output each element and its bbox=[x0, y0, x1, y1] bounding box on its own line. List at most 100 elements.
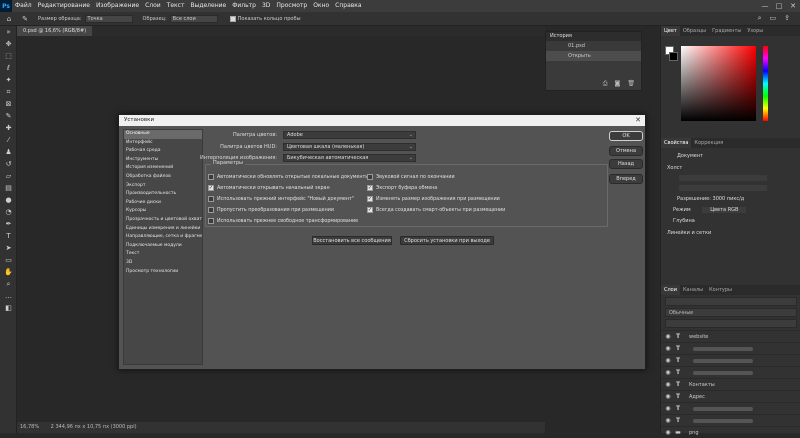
show-ring-checkbox[interactable] bbox=[229, 15, 236, 22]
layer-row[interactable]: ◉ T Контакты bbox=[661, 378, 800, 390]
menu-help[interactable]: Справка bbox=[332, 0, 364, 12]
color-swatches-icon[interactable]: ◧ bbox=[0, 302, 17, 314]
checkbox-box[interactable] bbox=[208, 174, 214, 180]
cancel-button[interactable]: Отмена bbox=[609, 146, 643, 156]
hand-tool-icon[interactable]: ✋ bbox=[0, 266, 17, 278]
tab-patterns[interactable]: Узоры bbox=[744, 26, 766, 36]
checkbox-box[interactable] bbox=[367, 174, 373, 180]
layer-filter[interactable] bbox=[665, 297, 797, 306]
eye-icon[interactable]: ◉ bbox=[663, 417, 673, 424]
layer-row[interactable]: ◉ T bbox=[661, 414, 800, 426]
menu-select[interactable]: Выделение bbox=[187, 0, 229, 12]
legacy-new-doc-checkbox[interactable]: Использовать прежний интерфейс "Новый до… bbox=[208, 196, 354, 202]
menu-file[interactable]: Файл bbox=[12, 0, 35, 12]
export-clipboard-checkbox[interactable]: ✓ Экспорт буфера обмена bbox=[367, 185, 437, 191]
menu-type[interactable]: Текст bbox=[164, 0, 188, 12]
blur-tool-icon[interactable]: ● bbox=[0, 194, 17, 206]
move-tool-icon[interactable]: ✥ bbox=[0, 38, 17, 50]
eye-icon[interactable]: ◉ bbox=[663, 381, 673, 388]
auto-update-docs-checkbox[interactable]: Автоматически обновлять открытые локальн… bbox=[208, 174, 369, 180]
background-color-swatch[interactable] bbox=[669, 52, 678, 61]
eyedropper-icon[interactable]: ✎ bbox=[20, 14, 30, 24]
eye-icon[interactable]: ◉ bbox=[663, 393, 673, 400]
share-icon[interactable]: ⇪ bbox=[784, 14, 790, 23]
smart-objects-on-place-checkbox[interactable]: ✓ Всегда создавать смарт-объекты при разм… bbox=[367, 207, 505, 213]
more-tools-icon[interactable]: … bbox=[0, 290, 17, 302]
search-icon[interactable]: ⌕ bbox=[758, 14, 762, 23]
prev-button[interactable]: Назад bbox=[609, 159, 643, 169]
minimize-button[interactable]: — bbox=[758, 0, 772, 12]
trash-icon[interactable]: 🗑 bbox=[627, 80, 635, 88]
layer-row[interactable]: ◉ T bbox=[661, 354, 800, 366]
blend-mode-select[interactable]: Обычные bbox=[665, 308, 797, 317]
frame-tool-icon[interactable]: ⊠ bbox=[0, 98, 17, 110]
path-select-icon[interactable]: ➤ bbox=[0, 242, 17, 254]
color-picker-select[interactable]: Adobe ⌄ bbox=[283, 131, 416, 139]
layer-row[interactable]: ◉ T bbox=[661, 366, 800, 378]
workspace-icon[interactable]: ▭ bbox=[770, 14, 777, 23]
crop-tool-icon[interactable]: ⌗ bbox=[0, 86, 17, 98]
tab-color[interactable]: Цвет bbox=[661, 26, 680, 36]
sample-select[interactable]: Все слои bbox=[169, 14, 218, 23]
brush-tool-icon[interactable]: ⁄ bbox=[0, 134, 17, 146]
checkmark-icon[interactable]: ✓ bbox=[208, 185, 214, 191]
checkbox-box[interactable] bbox=[208, 207, 214, 213]
healing-tool-icon[interactable]: ✚ bbox=[0, 122, 17, 134]
menu-view[interactable]: Просмотр bbox=[273, 0, 310, 12]
menu-filter[interactable]: Фильтр bbox=[229, 0, 259, 12]
tab-adjustments[interactable]: Коррекция bbox=[691, 138, 726, 148]
layer-row[interactable]: ◉ T bbox=[661, 342, 800, 354]
marquee-tool-icon[interactable]: ⬚ bbox=[0, 50, 17, 62]
rulers-section[interactable]: Линейки и сетки bbox=[661, 224, 800, 236]
camera-icon[interactable]: ◙ bbox=[615, 80, 621, 88]
zoom-tool-icon[interactable]: ⌕ bbox=[0, 278, 17, 290]
layer-row[interactable]: ◉ ▬ png bbox=[661, 426, 800, 438]
eyedropper-tool-icon[interactable]: ✎ bbox=[0, 110, 17, 122]
shape-tool-icon[interactable]: ▭ bbox=[0, 254, 17, 266]
sample-size-select[interactable]: Точка bbox=[84, 14, 133, 23]
ok-button[interactable]: OK bbox=[609, 131, 643, 141]
eraser-tool-icon[interactable]: ▱ bbox=[0, 170, 17, 182]
snapshot-icon[interactable]: ⎙ bbox=[603, 80, 608, 88]
dodge-tool-icon[interactable]: ◔ bbox=[0, 206, 17, 218]
reset-warnings-button[interactable]: Восстановить все сообщения bbox=[312, 236, 392, 245]
layer-row[interactable]: ◉ Twebsite bbox=[661, 330, 800, 342]
skip-transform-checkbox[interactable]: Пропустить преобразования при размещении bbox=[208, 207, 334, 213]
history-snapshot[interactable]: 01.psd bbox=[546, 41, 641, 51]
hue-slider[interactable] bbox=[763, 46, 768, 121]
menu-layers[interactable]: Слои bbox=[142, 0, 164, 12]
tab-layers[interactable]: Слои bbox=[661, 285, 680, 295]
menu-3d[interactable]: 3D bbox=[259, 0, 273, 12]
eye-icon[interactable]: ◉ bbox=[663, 345, 673, 352]
type-tool-icon[interactable]: T bbox=[0, 230, 17, 242]
mode-select[interactable]: Цвета RGB bbox=[702, 207, 747, 213]
checkbox-box[interactable] bbox=[208, 196, 214, 202]
menu-window[interactable]: Окно bbox=[310, 0, 332, 12]
home-icon[interactable]: ⌂ bbox=[4, 14, 14, 24]
color-field[interactable] bbox=[681, 46, 756, 121]
checkbox-box[interactable] bbox=[208, 218, 214, 224]
collapse-icon[interactable]: » bbox=[0, 26, 17, 38]
hud-picker-select[interactable]: Цветовая шкала (маленькая) ⌄ bbox=[283, 143, 416, 151]
layer-row[interactable]: ◉ T Адрес bbox=[661, 390, 800, 402]
legacy-free-transform-checkbox[interactable]: Использовать прежнее свободное трансформ… bbox=[208, 218, 358, 224]
menu-edit[interactable]: Редактирование bbox=[35, 0, 93, 12]
zoom-level[interactable]: 16,78% bbox=[20, 424, 39, 430]
checkmark-icon[interactable]: ✓ bbox=[367, 185, 373, 191]
width-field[interactable] bbox=[679, 175, 767, 181]
checkmark-icon[interactable]: ✓ bbox=[367, 196, 373, 202]
checkmark-icon[interactable]: ✓ bbox=[367, 207, 373, 213]
pen-tool-icon[interactable]: ✒ bbox=[0, 218, 17, 230]
reset-prefs-on-quit-button[interactable]: Сбросить установки при выходе bbox=[400, 236, 494, 245]
document-tab[interactable]: 0.psd @ 16,6% (RGB/8#) bbox=[17, 26, 93, 36]
canvas-section[interactable]: Холст bbox=[661, 159, 800, 171]
beep-when-done-checkbox[interactable]: Звуковой сигнал по окончании bbox=[367, 174, 455, 180]
stamp-tool-icon[interactable]: ♟ bbox=[0, 146, 17, 158]
tab-swatches[interactable]: Образцы bbox=[680, 26, 709, 36]
menu-image[interactable]: Изображение bbox=[93, 0, 142, 12]
resize-on-place-checkbox[interactable]: ✓ Изменять размер изображения при размеще… bbox=[367, 196, 500, 202]
auto-show-home-checkbox[interactable]: ✓ Автоматически открывать начальный экран bbox=[208, 185, 330, 191]
lasso-tool-icon[interactable]: ℓ bbox=[0, 62, 17, 74]
eye-icon[interactable]: ◉ bbox=[663, 333, 673, 340]
close-button[interactable]: ✕ bbox=[786, 0, 800, 12]
